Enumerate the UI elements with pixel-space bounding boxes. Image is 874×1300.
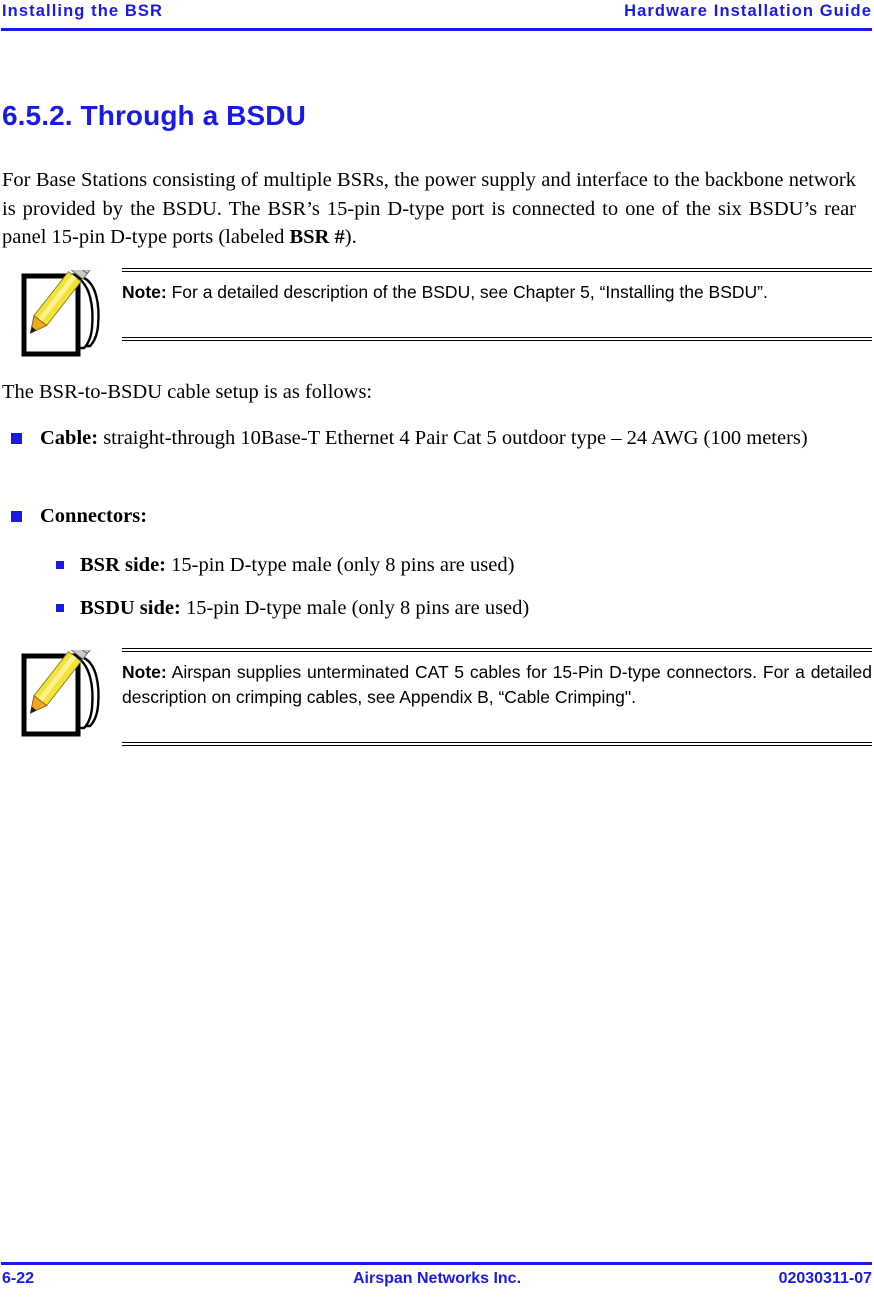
bullet-text: Connectors: [40,502,856,531]
bullet-label: Cable: [40,427,99,449]
bullet-text: BSR side: 15-pin D-type male (only 8 pin… [80,551,856,580]
note-label: Note: [122,282,167,302]
note-body-text: For a detailed description of the BSDU, … [166,282,768,302]
cable-setup-lead-paragraph: The BSR-to-BSDU cable setup is as follow… [2,381,373,403]
notepad-pencil-icon [8,650,108,742]
note-box-cable-crimping: Note: Airspan supplies unterminated CAT … [0,648,874,768]
note-text: Note: Airspan supplies unterminated CAT … [122,660,872,710]
intro-text-part-2: ). [344,226,357,248]
bullet-value: 15-pin D-type male (only 8 pins are used… [180,597,530,619]
running-header: Installing the BSR Hardware Installation… [0,0,874,34]
note-box-bsdu-chapter: Note: For a detailed description of the … [0,268,874,378]
note-rule-top [122,268,872,272]
bullet-label: BSR side: [80,554,167,576]
bullet-text: Cable: straight-through 10Base-T Etherne… [40,424,856,453]
note-label: Note: [122,662,167,682]
bullet-item-bsdu-side: BSDU side: 15-pin D-type male (only 8 pi… [0,594,856,623]
running-footer: 6-22 Airspan Networks Inc. 02030311-07 [0,1262,874,1300]
notepad-pencil-icon [8,270,108,362]
bullet-value: straight-through 10Base-T Ethernet 4 Pai… [98,427,808,449]
bullet-square-icon [56,561,64,569]
bullet-item-cable: Cable: straight-through 10Base-T Etherne… [0,424,856,453]
note-rule-bottom [122,742,872,746]
note-body-text: Airspan supplies unterminated CAT 5 cabl… [122,662,872,707]
bullet-label: BSDU side: [80,597,181,619]
note-text: Note: For a detailed description of the … [122,280,872,305]
intro-bold-label: BSR # [289,226,345,248]
note-rule-top [122,648,872,652]
section-heading: 6.5.2. Through a BSDU [2,100,306,131]
footer-rule [1,1262,872,1265]
footer-document-number: 02030311-07 [778,1270,872,1287]
bullet-value: 15-pin D-type male (only 8 pins are used… [166,554,515,576]
note-rule-bottom [122,337,872,341]
footer-company-name: Airspan Networks Inc. [352,1270,522,1287]
document-page: Installing the BSR Hardware Installation… [0,0,874,1300]
bullet-item-bsr-side: BSR side: 15-pin D-type male (only 8 pin… [0,551,856,580]
bullet-label: Connectors: [40,505,148,527]
bullet-text: BSDU side: 15-pin D-type male (only 8 pi… [80,594,856,623]
header-right-title: Hardware Installation Guide [624,2,872,20]
bullet-square-icon [11,511,22,522]
bullet-square-icon [56,604,64,612]
bullet-square-icon [11,433,22,444]
bullet-item-connectors: Connectors: [0,502,856,531]
header-left-title: Installing the BSR [2,2,163,20]
intro-paragraph: For Base Stations consisting of multiple… [2,166,856,252]
intro-text-part-1: For Base Stations consisting of multiple… [2,169,856,248]
header-rule [1,28,872,31]
